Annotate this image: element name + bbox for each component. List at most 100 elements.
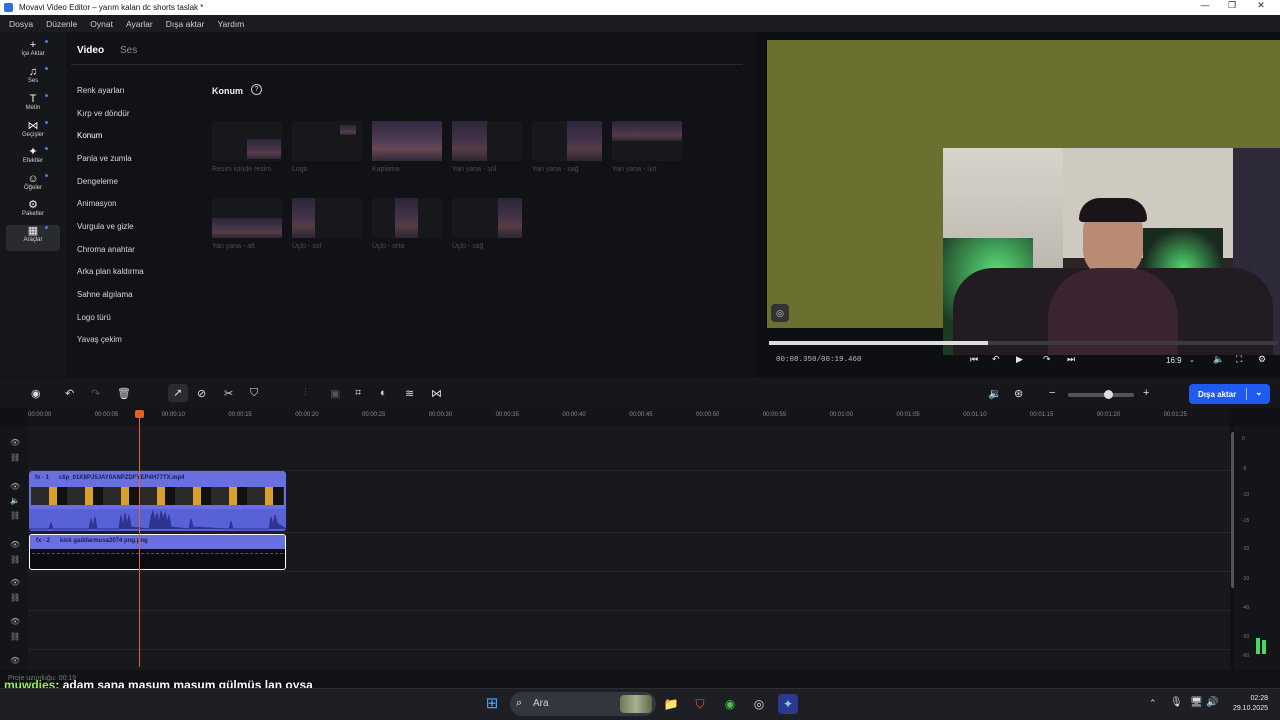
delete-icon[interactable]: 🗑	[117, 387, 131, 400]
tool-item-logo[interactable]: Logo türü	[77, 313, 111, 322]
obs-icon[interactable]: ◎	[749, 694, 769, 714]
chevron-down-icon[interactable]: ⌄	[1189, 356, 1195, 364]
select-cursor-icon[interactable]: ➚	[168, 384, 188, 402]
help-icon[interactable]: ?	[251, 84, 262, 95]
step-back-icon[interactable]: ↶	[992, 354, 1000, 365]
color-icon[interactable]: ◐	[380, 387, 387, 399]
menu-settings[interactable]: Ayarlar	[126, 19, 153, 29]
tool-item-scene[interactable]: Sahne algılama	[77, 290, 133, 299]
cut-icon[interactable]: ✂	[224, 387, 233, 400]
tool-item-chroma[interactable]: Chroma anahtar	[77, 245, 135, 254]
taskbar-clock[interactable]: 02:28 29.10.2025	[1222, 694, 1268, 714]
export-button[interactable]: Dışa aktar ⌄	[1189, 384, 1270, 404]
chevron-down-icon[interactable]: ⌄	[1255, 387, 1263, 398]
close-icon[interactable]: ✕	[1246, 0, 1276, 11]
preset-triple-left[interactable]	[292, 198, 362, 238]
undo-icon[interactable]: ↶	[65, 387, 74, 400]
network-icon[interactable]: 🖥	[1190, 697, 1203, 708]
eye-icon[interactable]: 👁	[10, 438, 20, 447]
sidebar-item-audio[interactable]: ♫ Ses	[6, 66, 60, 92]
tool-item-panzoom[interactable]: Panla ve zumla	[77, 154, 132, 163]
chrome-icon[interactable]: ◉	[720, 694, 740, 714]
tray-chevron-up-icon[interactable]: ⌃	[1149, 698, 1157, 709]
snap-icon[interactable]: ⊛	[1014, 387, 1023, 400]
link-icon[interactable]: ⛓	[10, 632, 20, 641]
tab-audio[interactable]: Ses	[120, 45, 137, 56]
tool-item-color[interactable]: Renk ayarları	[77, 86, 125, 95]
playhead-handle[interactable]	[135, 410, 144, 418]
playhead-line[interactable]	[139, 412, 140, 667]
filters-icon[interactable]: ≋	[405, 387, 414, 400]
preset-logo[interactable]	[292, 121, 362, 161]
step-forward-icon[interactable]: ↷	[1043, 354, 1051, 365]
eye-icon[interactable]: 👁	[10, 656, 20, 665]
tool-item-highlight[interactable]: Vurgula ve gizle	[77, 222, 134, 231]
link-icon[interactable]: ⛓	[10, 593, 20, 602]
preset-side-top[interactable]	[612, 121, 682, 161]
link-icon[interactable]: ⛓	[10, 453, 20, 462]
menu-help[interactable]: Yardım	[218, 19, 245, 29]
speaker-icon[interactable]: 🔈	[10, 496, 20, 505]
link-icon[interactable]: ⛓	[10, 555, 20, 564]
zoom-in-icon[interactable]: +	[1143, 387, 1149, 399]
zoom-out-icon[interactable]: −	[1049, 387, 1055, 399]
file-explorer-icon[interactable]: 📁	[661, 694, 681, 714]
eye-icon[interactable]: 👁	[10, 482, 20, 491]
preset-overlay[interactable]	[372, 121, 442, 161]
menu-file[interactable]: Dosya	[9, 19, 33, 29]
minimize-icon[interactable]: —	[1190, 0, 1220, 10]
eye-icon[interactable]: 👁	[10, 540, 20, 549]
tool-item-crop[interactable]: Kırp ve döndür	[77, 109, 129, 118]
skip-start-icon[interactable]: ⏮	[970, 354, 978, 365]
zoom-slider-handle[interactable]	[1104, 390, 1113, 399]
tab-video[interactable]: Video	[77, 45, 104, 56]
menu-play[interactable]: Oynat	[90, 19, 113, 29]
menu-edit[interactable]: Düzenle	[46, 19, 77, 29]
volume-icon[interactable]: 🔈	[1213, 354, 1224, 365]
audio-adjust-icon[interactable]: ⫶	[304, 387, 307, 400]
tool-item-bg-removal[interactable]: Arka plan kaldırma	[77, 267, 144, 276]
tool-item-animation[interactable]: Animasyon	[77, 199, 117, 208]
windows-start-icon[interactable]: ⊞	[482, 694, 502, 714]
preset-pip[interactable]	[212, 121, 282, 161]
eye-icon[interactable]: 👁	[10, 617, 20, 626]
speaker-tray-icon[interactable]: 🔊	[1206, 697, 1218, 708]
menu-export[interactable]: Dışa aktar	[166, 19, 205, 29]
blade-icon[interactable]: ⊘	[197, 387, 206, 400]
preset-side-bottom[interactable]	[212, 198, 282, 238]
preset-side-left[interactable]	[452, 121, 522, 161]
zoom-slider[interactable]	[1068, 393, 1134, 397]
marker-icon[interactable]: ⛉	[250, 387, 258, 400]
sidebar-item-tools[interactable]: ▦ Araçlar	[6, 225, 60, 251]
restore-icon[interactable]: ❐	[1217, 0, 1247, 11]
link-icon[interactable]: ⛓	[10, 511, 20, 520]
mute-icon[interactable]: 🔉	[988, 387, 1002, 400]
record-icon[interactable]: ◉	[31, 387, 41, 400]
transition-tool-icon[interactable]: ⋈	[431, 387, 442, 400]
aspect-ratio[interactable]: 16:9	[1166, 356, 1182, 365]
settings-gear-icon[interactable]: ⚙	[1258, 354, 1266, 365]
sidebar-item-import[interactable]: + İçe Aktar	[6, 39, 60, 65]
crop-icon[interactable]: ⌗	[355, 387, 361, 400]
preset-triple-right[interactable]	[452, 198, 522, 238]
sidebar-item-transitions[interactable]: ⋈ Geçişler	[6, 120, 60, 146]
movavi-icon[interactable]: ✦	[778, 694, 798, 714]
image-clip[interactable]: fx · 2 kick gaddarmusa2074 png.png	[29, 534, 286, 570]
tool-item-slowmo[interactable]: Yavaş çekim	[77, 335, 122, 344]
caption-icon[interactable]: ▣	[330, 387, 340, 400]
video-clip[interactable]: fx · 1 clip_01K8PJ5JAY0ANPZDFYEP4H77TX.m…	[29, 471, 286, 531]
redo-icon[interactable]: ↷	[91, 387, 100, 400]
microphone-icon[interactable]: 🎙	[1170, 697, 1183, 708]
skip-end-icon[interactable]: ⏭	[1067, 354, 1075, 365]
sidebar-item-effects[interactable]: ✦ Efektler	[6, 146, 60, 172]
fullscreen-icon[interactable]: ⛶	[1236, 354, 1242, 365]
sidebar-item-text[interactable]: T Metin	[6, 93, 60, 119]
sidebar-item-elements[interactable]: ☺ Öğeler	[6, 173, 60, 199]
preset-side-right[interactable]	[532, 121, 602, 161]
preset-triple-center[interactable]	[372, 198, 442, 238]
tool-item-stabilize[interactable]: Dengeleme	[77, 177, 118, 186]
tool-item-position[interactable]: Konum	[77, 131, 102, 140]
brave-browser-icon[interactable]: ⛉	[690, 694, 710, 714]
sidebar-item-packs[interactable]: ⚙ Paketler	[6, 199, 60, 225]
eye-icon[interactable]: 👁	[10, 578, 20, 587]
